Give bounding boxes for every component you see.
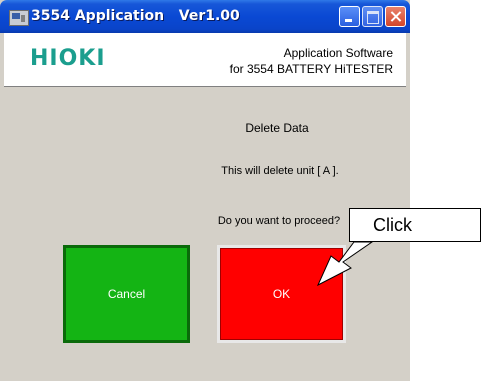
dialog-question: Do you want to proceed? xyxy=(217,215,341,227)
title-bar[interactable]: 3554 Application Ver1.00 xyxy=(0,0,410,33)
app-description-line1: Application Software xyxy=(283,46,393,60)
dialog-heading: Delete Data xyxy=(245,121,309,135)
cancel-button-label: Cancel xyxy=(107,287,146,301)
app-icon xyxy=(9,10,29,26)
window-title: 3554 Application Ver1.00 xyxy=(31,8,240,24)
click-callout: Click xyxy=(349,208,481,242)
header-banner: HIOKI Application Software for 3554 BATT… xyxy=(4,33,406,87)
minimize-button[interactable] xyxy=(339,6,360,27)
ok-button-label: OK xyxy=(272,287,291,301)
application-window: 3554 Application Ver1.00 HIOKI Applicati… xyxy=(0,0,410,381)
ok-button[interactable]: OK xyxy=(217,245,346,343)
callout-label: Click xyxy=(373,215,412,235)
cancel-button[interactable]: Cancel xyxy=(63,245,190,343)
maximize-button[interactable] xyxy=(362,6,383,27)
app-description-line2: for 3554 BATTERY HiTESTER xyxy=(229,62,393,76)
close-button[interactable] xyxy=(385,6,406,27)
app-description: Application Software for 3554 BATTERY Hi… xyxy=(230,45,393,77)
dialog-message: This will delete unit [ A ]. xyxy=(221,165,339,177)
hioki-logo: HIOKI xyxy=(30,46,106,71)
